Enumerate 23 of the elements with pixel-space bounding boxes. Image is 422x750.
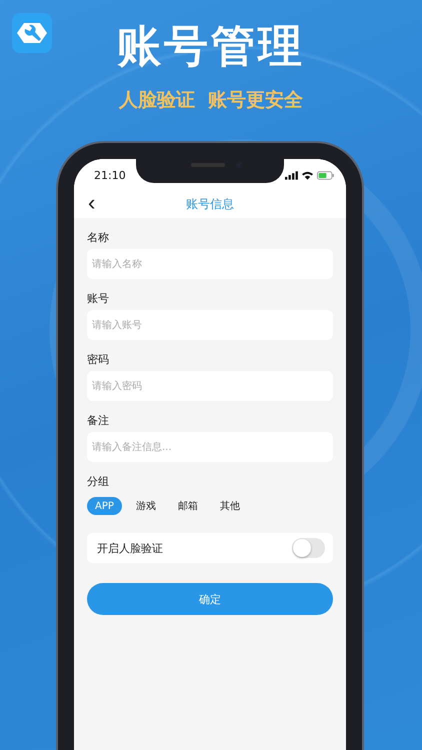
page-title: 账号信息 [185, 196, 235, 213]
input-field[interactable]: 请输入密码 [87, 371, 333, 401]
back-button[interactable]: ‹ [74, 192, 104, 216]
field-label: 备注 [87, 413, 110, 429]
field-label: 分组 [87, 474, 110, 490]
signal-icon [285, 170, 298, 180]
status-time: 21:10 [94, 168, 126, 182]
promo-subtitle: 人脸验证 账号更安全 [118, 88, 304, 112]
group-chip[interactable]: 邮箱 [170, 497, 206, 515]
group-chip[interactable]: 游戏 [128, 497, 164, 515]
field-label: 账号 [87, 291, 110, 307]
input-field[interactable]: 请输入账号 [87, 310, 333, 340]
wifi-icon [302, 170, 313, 180]
toggle-switch[interactable] [292, 538, 325, 558]
input-field[interactable]: 请输入名称 [87, 249, 333, 279]
group-chip[interactable]: 其他 [212, 497, 248, 515]
promo-title: 账号管理 [117, 20, 305, 74]
app-icon [12, 13, 52, 53]
battery-icon [317, 170, 334, 180]
field-label: 名称 [87, 230, 110, 246]
field-label: 密码 [87, 352, 110, 368]
toggle-label: 开启人脸验证 [97, 540, 163, 556]
input-field[interactable]: 请输入备注信息... [87, 432, 333, 462]
